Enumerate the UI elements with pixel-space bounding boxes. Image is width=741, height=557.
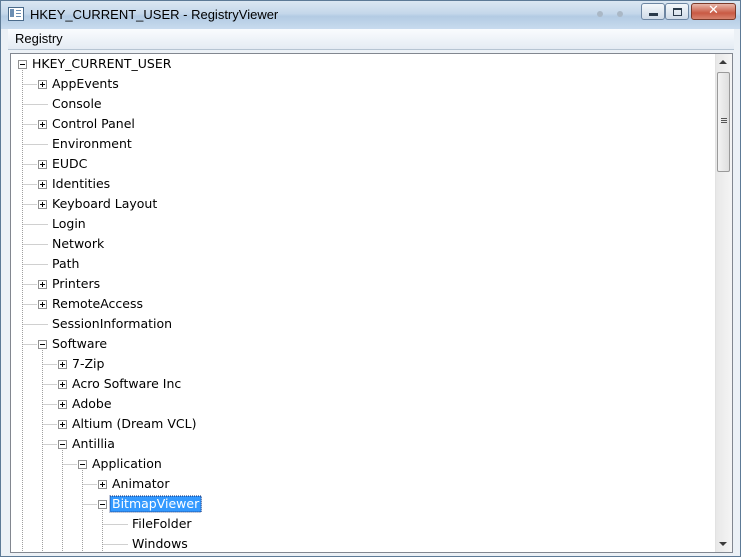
tree-node-path[interactable]: Path bbox=[52, 256, 79, 271]
app-icon[interactable] bbox=[8, 7, 24, 21]
tree-node-control-panel[interactable]: Control Panel bbox=[52, 116, 135, 131]
scroll-down-arrow-icon[interactable] bbox=[719, 542, 727, 546]
tree-node-environment[interactable]: Environment bbox=[52, 136, 132, 151]
tree-node-acro-software-inc[interactable]: Acro Software Inc bbox=[72, 376, 181, 391]
tree-node-hkey-current-user[interactable]: HKEY_CURRENT_USER bbox=[32, 56, 172, 71]
menu-bar: Registry bbox=[8, 29, 734, 50]
tree-node-sessioninformation[interactable]: SessionInformation bbox=[52, 316, 172, 331]
tree-node-filefolder[interactable]: FileFolder bbox=[132, 516, 192, 531]
vertical-scrollbar[interactable] bbox=[715, 54, 732, 552]
tree-node-appevents[interactable]: AppEvents bbox=[52, 76, 119, 91]
titlebar-decoration bbox=[597, 11, 629, 17]
tree-node-eudc[interactable]: EUDC bbox=[52, 156, 88, 171]
scrollbar-thumb[interactable] bbox=[717, 72, 730, 172]
tree-node-7-zip[interactable]: 7-Zip bbox=[72, 356, 104, 371]
tree-canvas: HKEY_CURRENT_USER AppEvents Console Control… bbox=[18, 56, 202, 552]
tree-node-login[interactable]: Login bbox=[52, 216, 86, 231]
scrollbar-grip-icon bbox=[721, 118, 727, 119]
tree-node-printers[interactable]: Printers bbox=[52, 276, 100, 291]
menu-registry[interactable]: Registry bbox=[15, 31, 63, 46]
tree-node-software[interactable]: Software bbox=[52, 336, 107, 351]
tree-node-adobe[interactable]: Adobe bbox=[72, 396, 112, 411]
tree-node-bitmapviewer[interactable]: BitmapViewer bbox=[112, 496, 200, 511]
tree-node-animator[interactable]: Animator bbox=[112, 476, 170, 491]
close-button[interactable]: ✕ bbox=[691, 3, 736, 20]
scroll-up-arrow-icon[interactable] bbox=[719, 60, 727, 64]
tree-node-application[interactable]: Application bbox=[92, 456, 162, 471]
tree-node-remoteaccess[interactable]: RemoteAccess bbox=[52, 296, 143, 311]
registry-tree-view[interactable]: HKEY_CURRENT_USER AppEvents Console Control… bbox=[10, 53, 733, 553]
app-window: HKEY_CURRENT_USER - RegistryViewer ✕ Reg… bbox=[0, 0, 741, 557]
tree-node-keyboard-layout[interactable]: Keyboard Layout bbox=[52, 196, 157, 211]
close-icon: ✕ bbox=[708, 3, 719, 18]
tree-node-altium-dream-vcl[interactable]: Altium (Dream VCL) bbox=[72, 416, 196, 431]
tree-node-windows[interactable]: Windows bbox=[132, 536, 188, 551]
tree-node-antillia[interactable]: Antillia bbox=[72, 436, 115, 451]
maximize-button[interactable] bbox=[665, 3, 689, 20]
minimize-button[interactable] bbox=[641, 3, 665, 20]
tree-node-console[interactable]: Console bbox=[52, 96, 102, 111]
tree-node-identities[interactable]: Identities bbox=[52, 176, 110, 191]
window-title: HKEY_CURRENT_USER - RegistryViewer bbox=[30, 7, 279, 22]
title-bar[interactable]: HKEY_CURRENT_USER - RegistryViewer ✕ bbox=[1, 1, 740, 29]
tree-node-network[interactable]: Network bbox=[52, 236, 105, 251]
